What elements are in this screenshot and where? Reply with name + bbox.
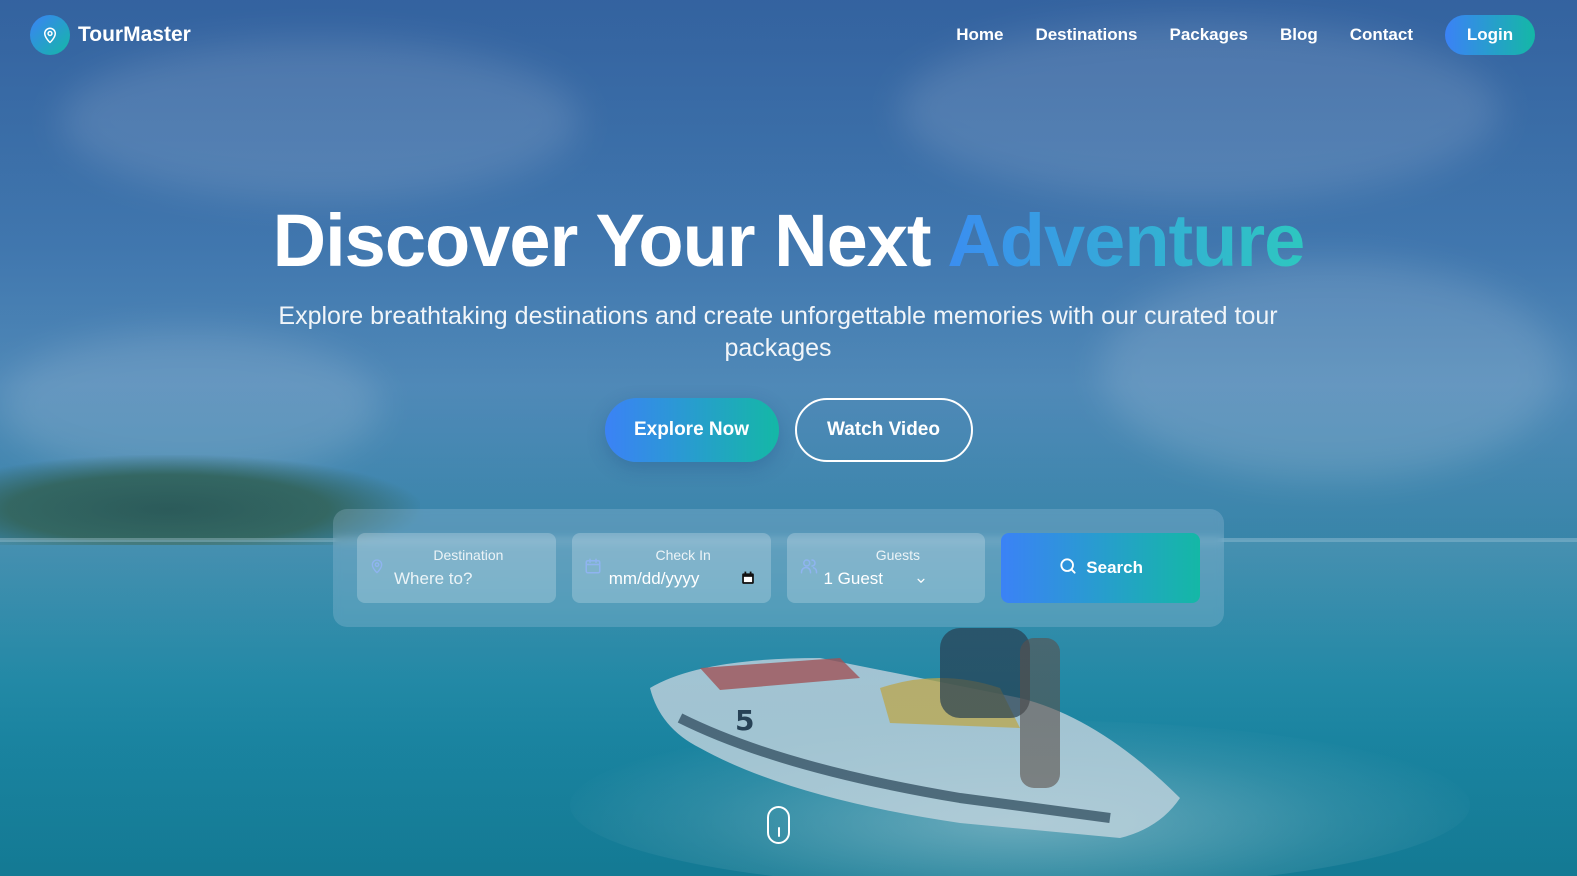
nav-item-contact[interactable]: Contact — [1350, 25, 1413, 45]
destination-field[interactable]: Destination Where to? — [357, 533, 556, 603]
hero-title: Discover Your Next Adventure — [0, 198, 1577, 283]
explore-now-button[interactable]: Explore Now — [604, 398, 779, 462]
navbar: TourMaster Home Destinations Packages Bl… — [0, 0, 1577, 70]
guests-label: Guests — [875, 547, 921, 563]
guests-field[interactable]: Guests 1 Guest — [786, 533, 986, 603]
hero-title-main: Discover Your Next — [272, 199, 948, 282]
search-panel: Destination Where to? Check In mm/dd/yyy… — [333, 509, 1224, 627]
hero-title-accent: Adventure — [947, 199, 1305, 282]
nav-item-packages[interactable]: Packages — [1169, 25, 1247, 45]
checkin-field[interactable]: Check In mm/dd/yyyy — [571, 533, 771, 603]
chevron-down-icon[interactable] — [915, 573, 927, 591]
search-button-label: Search — [1086, 558, 1143, 577]
login-button[interactable]: Login — [1445, 15, 1535, 55]
guests-select[interactable]: 1 Guest — [824, 569, 884, 589]
cta-row: Explore Now Watch Video — [0, 398, 1577, 462]
calendar-picker-icon[interactable] — [741, 571, 755, 590]
hero-subtitle: Explore breathtaking destinations and cr… — [278, 302, 1278, 362]
scroll-dot — [778, 827, 780, 837]
nav-item-home[interactable]: Home — [956, 25, 1003, 45]
watch-video-button[interactable]: Watch Video — [794, 398, 973, 462]
brand-name: TourMaster — [78, 23, 191, 46]
checkin-label: Check In — [655, 547, 711, 563]
nav-item-blog[interactable]: Blog — [1280, 25, 1318, 45]
scroll-down-indicator[interactable] — [767, 806, 790, 844]
search-icon — [1058, 556, 1078, 581]
hero-section: 5 TourMaster Home Destinations Packages … — [0, 0, 1577, 876]
checkin-input[interactable]: mm/dd/yyyy — [609, 569, 700, 589]
brand[interactable]: TourMaster — [30, 15, 191, 55]
destination-input[interactable]: Where to? — [394, 569, 472, 589]
map-pin-icon — [30, 15, 70, 55]
destination-label: Destination — [433, 547, 504, 563]
search-button[interactable]: Search — [1001, 533, 1201, 603]
nav-item-destinations[interactable]: Destinations — [1035, 25, 1137, 45]
nav-menu: Home Destinations Packages Blog Contact … — [956, 15, 1535, 55]
